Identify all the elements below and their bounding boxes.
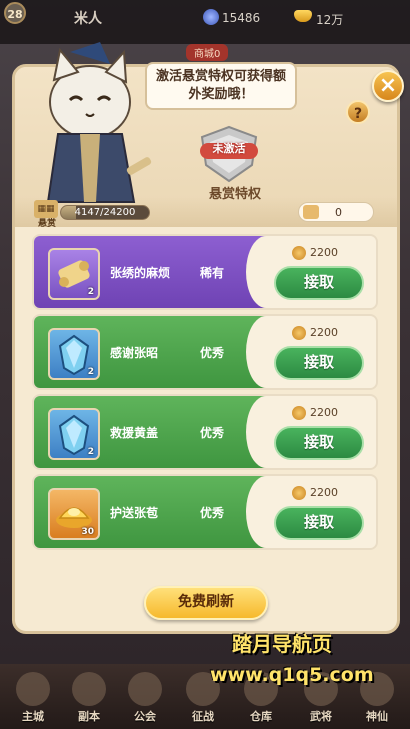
quest-item-slot[interactable]: 2 [48, 408, 100, 460]
quest-card: 2 感谢张昭 优秀 2200 接取 [32, 314, 378, 390]
speech-bubble: 激活悬赏特权可获得额外奖励哦！ [145, 62, 297, 110]
quest-cost: 2200 [310, 326, 338, 339]
nav-label: 神仙 [366, 710, 388, 723]
quest-item-slot[interactable]: 30 [48, 488, 100, 540]
cat-mascot-icon [46, 42, 152, 203]
nav-label: 主城 [22, 710, 44, 723]
coin-icon [292, 406, 306, 420]
accept-button[interactable]: 接取 [274, 346, 364, 380]
help-button[interactable]: ? [346, 100, 370, 124]
item-count: 30 [81, 527, 94, 537]
coin-icon [292, 326, 306, 340]
quest-name: 张绣的麻烦 [110, 266, 171, 280]
rank-badge: 商城0 [186, 44, 229, 61]
accept-button[interactable]: 接取 [274, 266, 364, 300]
quest-item-slot[interactable]: 2 [48, 328, 100, 380]
quest-rarity: 优秀 [200, 346, 225, 360]
quest-cost: 2200 [310, 486, 338, 499]
nav-label: 征战 [192, 710, 214, 723]
guild-icon [128, 672, 162, 706]
coin-icon [203, 9, 219, 25]
quest-card: 2 张绣的麻烦 稀有 2200 接取 [32, 234, 378, 310]
coin-count: 15486 [222, 11, 261, 25]
item-count: 2 [87, 367, 94, 377]
privilege-title[interactable]: 悬赏特权 [200, 183, 270, 202]
nav-item-main-city[interactable]: 主城 [8, 672, 58, 724]
bounty-progress-bar: 4147/24200 [60, 205, 150, 220]
progress-text: 4147/24200 [74, 207, 136, 218]
nav-label: 副本 [78, 710, 100, 723]
quest-rarity: 稀有 [200, 266, 225, 280]
nav-item-dungeon[interactable]: 副本 [64, 672, 114, 724]
quest-item-slot[interactable]: 2 [48, 248, 100, 300]
city-icon [16, 672, 50, 706]
quest-name: 救援黄盖 [110, 426, 159, 440]
watermark-title: 踏月导航页 [232, 632, 332, 656]
top-status-bar: 28 米人 15486 12万 [0, 0, 410, 44]
quest-card: 30 护送张苞 优秀 2200 接取 [32, 474, 378, 550]
nav-label: 仓库 [250, 710, 272, 723]
gold-ingot-icon [294, 10, 312, 22]
refresh-ticket-counter: 0 [298, 202, 374, 222]
quest-card: 2 救援黄盖 优秀 2200 接取 [32, 394, 378, 470]
bounty-score-label: 悬赏 [37, 219, 56, 229]
privilege-status: 未激活 [212, 142, 246, 155]
player-level-badge: 28 [4, 2, 26, 24]
gold-count: 12万 [316, 13, 344, 27]
close-button[interactable]: × [372, 70, 404, 102]
item-count: 2 [87, 287, 94, 297]
quest-cost: 2200 [310, 246, 338, 259]
ticket-count: 0 [335, 206, 342, 219]
player-name: 米人 [74, 11, 102, 27]
dungeon-icon [72, 672, 106, 706]
nav-label: 武将 [310, 710, 332, 723]
nav-item-guild[interactable]: 公会 [120, 672, 170, 724]
coin-icon [292, 246, 306, 260]
watermark-url: www.q1q5.com [210, 664, 374, 686]
coin-icon [292, 486, 306, 500]
accept-button[interactable]: 接取 [274, 506, 364, 540]
quest-rarity: 优秀 [200, 506, 225, 520]
ticket-icon [303, 205, 319, 219]
quest-name: 护送张苞 [110, 506, 159, 520]
nav-label: 公会 [134, 710, 156, 723]
quest-rarity: 优秀 [200, 426, 225, 440]
quest-name: 感谢张昭 [110, 346, 159, 360]
quest-cost: 2200 [310, 406, 338, 419]
accept-button[interactable]: 接取 [274, 426, 364, 460]
item-count: 2 [87, 447, 94, 457]
free-refresh-button[interactable]: 免费刷新 [144, 586, 268, 620]
